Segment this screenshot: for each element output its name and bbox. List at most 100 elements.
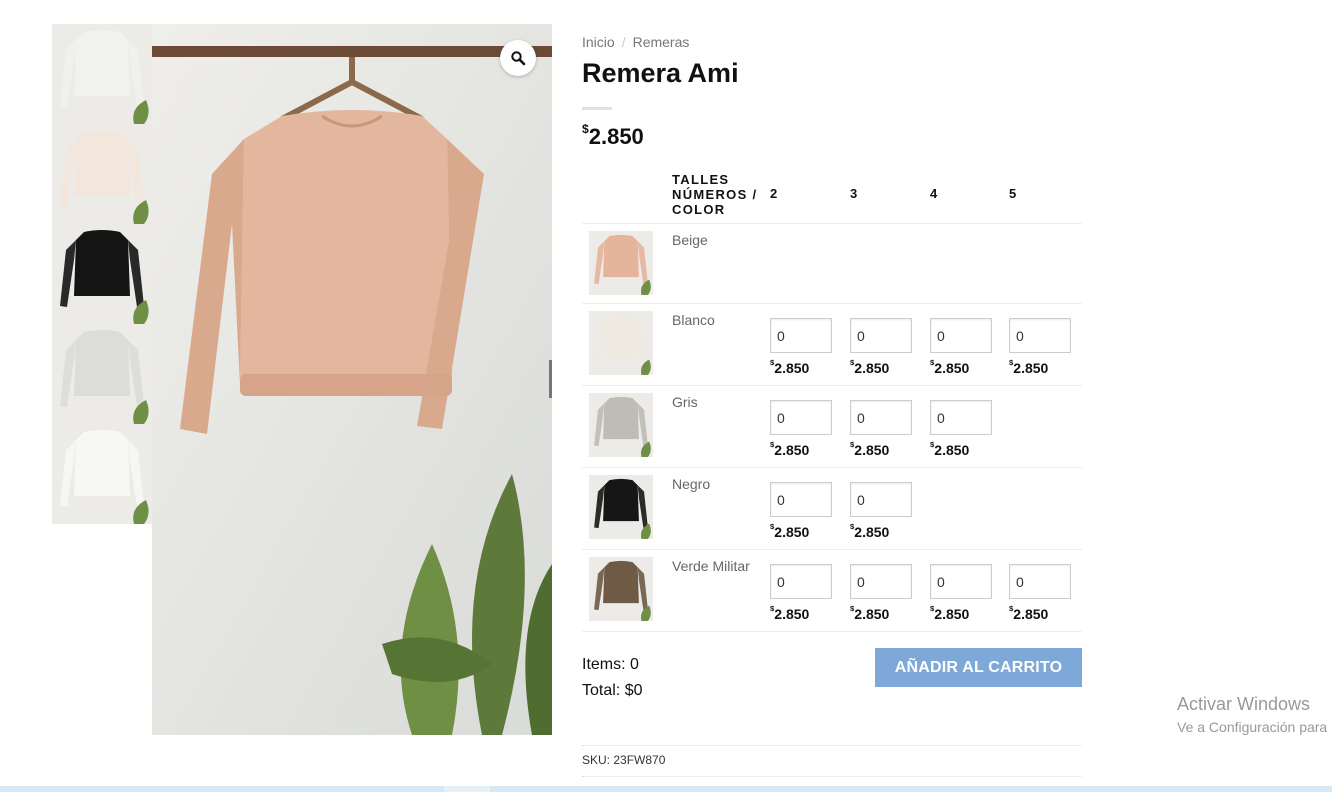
- currency-symbol: $: [930, 604, 935, 613]
- price-value: 2.850: [774, 442, 810, 458]
- cell-price: $2.850: [770, 604, 832, 622]
- currency-symbol: $: [850, 440, 855, 449]
- meta-divider-bottom: [582, 776, 1082, 777]
- currency-symbol: $: [770, 440, 775, 449]
- zoom-button[interactable]: [500, 40, 536, 76]
- price-value: 2.850: [854, 524, 890, 540]
- cell-price: $2.850: [850, 604, 912, 622]
- gallery-scroll-handle[interactable]: [549, 360, 552, 398]
- quantity-input[interactable]: [850, 318, 912, 353]
- os-activation-watermark: Activar Windows Ve a Configuración para: [1177, 694, 1327, 735]
- gallery-thumbnail[interactable]: [52, 124, 152, 224]
- cell-price: $2.850: [770, 440, 832, 458]
- variation-row: Gris$2.850$2.850$2.850: [582, 386, 1082, 468]
- quantity-input[interactable]: [930, 400, 992, 435]
- price-value: 2.850: [934, 360, 970, 376]
- price-value: 2.850: [1013, 360, 1049, 376]
- variation-row: Negro$2.850$2.850: [582, 468, 1082, 550]
- gallery-thumbnails: [52, 24, 152, 524]
- watermark-subtitle: Ve a Configuración para: [1177, 719, 1328, 735]
- quantity-input[interactable]: [770, 400, 832, 435]
- currency-symbol: $: [1009, 358, 1014, 367]
- variation-grid: TALLES NÚMEROS / COLOR 2 3 4 5 Beige Blanco $…: [582, 166, 1082, 632]
- quantity-cell: $2.850: [850, 400, 912, 458]
- quantity-cell: $2.850: [770, 318, 832, 376]
- meta-divider-top: [582, 745, 1082, 746]
- hanging-rail: [152, 46, 552, 57]
- price-value: 2.850: [854, 360, 890, 376]
- cell-price: $2.850: [850, 522, 912, 540]
- quantity-cell: $2.850: [850, 318, 912, 376]
- quantity-cell: $2.850: [770, 400, 832, 458]
- cell-price: $2.850: [930, 358, 992, 376]
- taskbar-segment: [444, 786, 490, 792]
- color-swatch-image: [589, 311, 653, 375]
- sku-text: SKU: 23FW870: [582, 753, 666, 767]
- currency-symbol: $: [850, 604, 855, 613]
- gallery-thumbnail[interactable]: [52, 24, 152, 124]
- color-swatch-image: [589, 393, 653, 457]
- size-header: 5: [1009, 186, 1017, 201]
- breadcrumb-separator: /: [621, 34, 626, 50]
- cart-totals: Items: 0 Total: $0: [582, 652, 642, 704]
- quantity-cell: $2.850: [930, 318, 992, 376]
- currency-symbol: $: [770, 522, 775, 531]
- color-swatch-image: [589, 557, 653, 621]
- quantity-input[interactable]: [850, 564, 912, 599]
- breadcrumb-home-link[interactable]: Inicio: [582, 34, 615, 50]
- grid-header-label: TALLES NÚMEROS / COLOR: [672, 172, 758, 217]
- quantity-cell: $2.850: [770, 482, 832, 540]
- product-page: Inicio / Remeras Remera Ami $2.850 TALLES …: [0, 0, 1332, 792]
- main-product-image[interactable]: [152, 24, 552, 735]
- currency-symbol: $: [770, 604, 775, 613]
- quantity-input[interactable]: [850, 482, 912, 517]
- color-name: Beige: [672, 232, 708, 248]
- breadcrumb: Inicio / Remeras: [582, 34, 689, 50]
- variation-row: Beige: [582, 224, 1082, 304]
- size-header: 2: [770, 186, 778, 201]
- quantity-input[interactable]: [850, 400, 912, 435]
- cell-price: $2.850: [1009, 358, 1071, 376]
- quantity-input[interactable]: [930, 564, 992, 599]
- add-to-cart-button[interactable]: AÑADIR AL CARRITO: [875, 648, 1082, 687]
- quantity-cell: $2.850: [770, 564, 832, 622]
- watermark-title: Activar Windows: [1177, 694, 1311, 714]
- cell-price: $2.850: [770, 358, 832, 376]
- price-value: 2.850: [774, 606, 810, 622]
- quantity-input[interactable]: [770, 318, 832, 353]
- gallery-thumbnail[interactable]: [52, 224, 152, 324]
- gallery-thumbnail[interactable]: [52, 324, 152, 424]
- price-value: 2.850: [934, 606, 970, 622]
- currency-symbol: $: [770, 358, 775, 367]
- quantity-cell: $2.850: [930, 400, 992, 458]
- thumbnail-image: [52, 124, 152, 224]
- cell-price: $2.850: [1009, 604, 1071, 622]
- quantity-input[interactable]: [1009, 318, 1071, 353]
- quantity-cell: $2.850: [1009, 564, 1071, 622]
- gallery-thumbnail[interactable]: [52, 424, 152, 524]
- color-name: Verde Militar: [672, 558, 750, 574]
- price-value: 2.850: [934, 442, 970, 458]
- currency-symbol: $: [582, 122, 589, 136]
- color-swatch-image: [589, 475, 653, 539]
- color-name: Negro: [672, 476, 711, 492]
- size-header: 3: [850, 186, 858, 201]
- grid-header: TALLES NÚMEROS / COLOR 2 3 4 5: [582, 166, 1082, 224]
- variation-row: Verde Militar$2.850$2.850$2.850$2.850: [582, 550, 1082, 632]
- cell-price: $2.850: [770, 522, 832, 540]
- breadcrumb-category-link[interactable]: Remeras: [633, 34, 690, 50]
- price-value: 2.850: [1013, 606, 1049, 622]
- cell-price: $2.850: [930, 440, 992, 458]
- quantity-input[interactable]: [1009, 564, 1071, 599]
- quantity-input[interactable]: [930, 318, 992, 353]
- quantity-input[interactable]: [770, 482, 832, 517]
- currency-symbol: $: [930, 358, 935, 367]
- title-divider: [582, 107, 612, 110]
- page-title: Remera Ami: [582, 58, 739, 88]
- price-value: 2.850: [774, 524, 810, 540]
- currency-symbol: $: [1009, 604, 1014, 613]
- currency-symbol: $: [930, 440, 935, 449]
- thumbnail-image: [52, 324, 152, 424]
- quantity-input[interactable]: [770, 564, 832, 599]
- items-count: Items: 0: [582, 656, 639, 673]
